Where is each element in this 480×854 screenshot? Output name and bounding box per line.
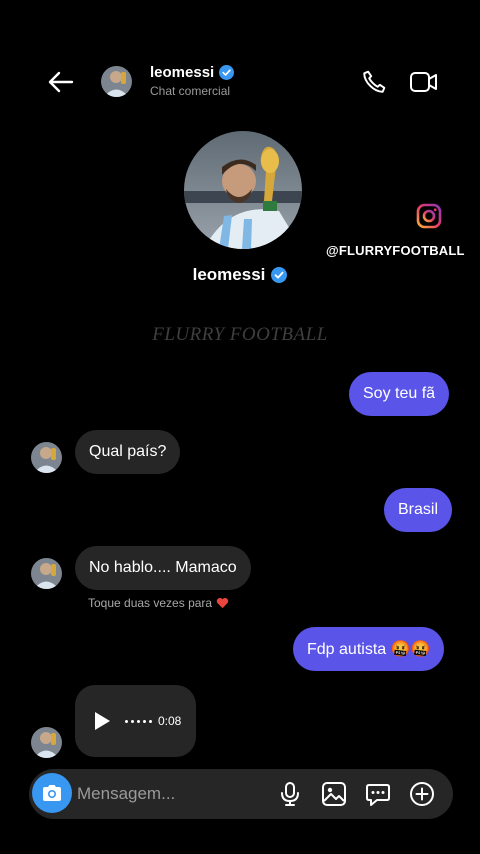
video-camera-icon: [410, 72, 437, 92]
double-tap-hint: Toque duas vezes para: [88, 596, 229, 610]
instagram-icon: [416, 203, 442, 229]
message-composer: [29, 769, 453, 819]
tap-hint-text: Toque duas vezes para: [88, 596, 213, 610]
message-bubble-received[interactable]: No hablo.... Mamaco: [75, 546, 251, 590]
watermark-handle: @FLURRYFOOTBALL: [326, 243, 465, 258]
watermark-center-text: FLURRY FOOTBALL: [152, 324, 328, 345]
header-subtitle: Chat comercial: [150, 84, 231, 98]
sticker-icon: [366, 784, 390, 806]
verified-icon: [271, 267, 288, 283]
camera-icon: [43, 785, 61, 801]
voice-record-button[interactable]: [277, 781, 303, 807]
message-bubble-sent[interactable]: Soy teu fã: [349, 372, 450, 416]
message-bubble-sent[interactable]: Brasil: [384, 488, 453, 532]
voice-message: 0:08: [75, 685, 196, 757]
sender-avatar[interactable]: [31, 558, 62, 589]
message-bubble-received[interactable]: Qual país?: [75, 430, 181, 474]
phone-icon: [363, 70, 386, 93]
heart-icon: [216, 597, 229, 609]
gallery-button[interactable]: [321, 781, 347, 807]
voice-waveform: [125, 719, 152, 723]
header-avatar[interactable]: [101, 66, 132, 97]
sender-avatar[interactable]: [31, 442, 62, 473]
sender-avatar[interactable]: [31, 727, 62, 758]
chat-header: leomessi Chat comercial: [0, 55, 480, 110]
message-bubble-sent[interactable]: Fdp autista 🤬🤬: [293, 627, 445, 671]
profile-picture[interactable]: [184, 131, 302, 249]
microphone-icon: [281, 782, 299, 806]
header-name-row[interactable]: leomessi: [150, 64, 235, 81]
sticker-button[interactable]: [365, 781, 391, 807]
video-call-button[interactable]: [408, 68, 440, 96]
header-username: leomessi: [150, 64, 215, 81]
gallery-icon: [322, 782, 346, 806]
plus-icon: [410, 782, 434, 806]
message-input[interactable]: [77, 779, 257, 809]
voice-call-button[interactable]: [360, 68, 388, 96]
play-icon[interactable]: [93, 711, 111, 731]
camera-button[interactable]: [32, 773, 72, 813]
verified-icon: [219, 65, 235, 80]
profile-username: leomessi: [192, 265, 266, 284]
back-arrow-icon: [48, 71, 74, 93]
more-options-button[interactable]: [409, 781, 435, 807]
voice-duration: 0:08: [158, 714, 182, 728]
back-button[interactable]: [44, 67, 78, 97]
profile-name-row: leomessi: [0, 265, 480, 285]
